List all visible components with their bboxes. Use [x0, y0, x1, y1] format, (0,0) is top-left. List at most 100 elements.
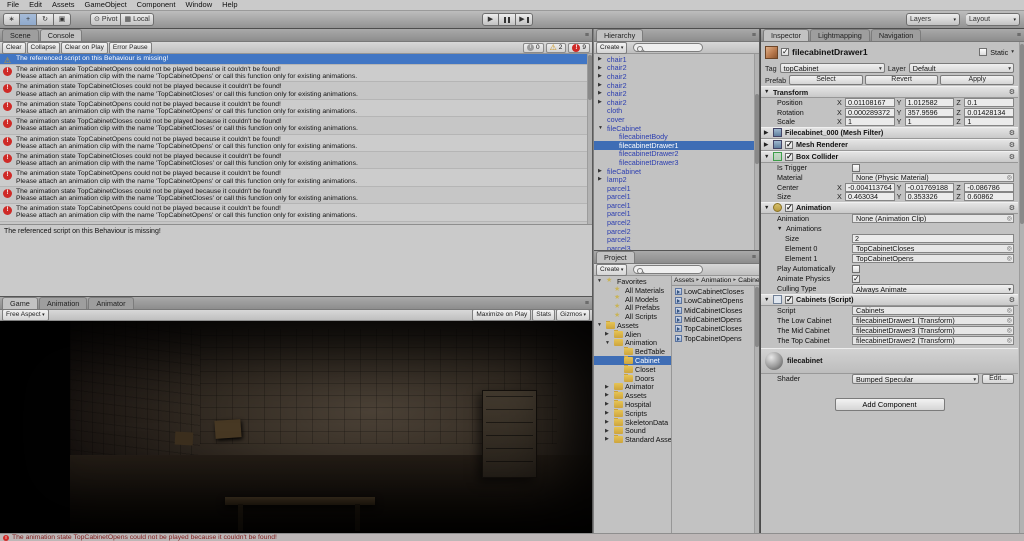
object-reference-field[interactable]: filecabinetDrawer1 (Transform)	[852, 316, 1014, 325]
y-field[interactable]: 357.9596	[904, 107, 955, 117]
foldout-arrow-icon[interactable]	[598, 99, 602, 106]
culling-type-dropdown[interactable]: Always Animate	[852, 283, 1014, 294]
animate-physics-checkbox[interactable]	[852, 274, 860, 283]
breadcrumb-item[interactable]: Animation	[701, 276, 731, 285]
project-tree-item[interactable]: Hospital	[594, 400, 671, 409]
create-button[interactable]: Create	[596, 41, 628, 54]
pause-button[interactable]	[499, 13, 516, 26]
game-toolbar-button[interactable]: Maximize on Play	[472, 309, 532, 321]
is-trigger-checkbox[interactable]	[852, 163, 860, 172]
foldout-arrow-icon[interactable]	[598, 176, 602, 183]
hierarchy-item[interactable]: chair2	[594, 72, 754, 81]
error-count-badge[interactable]: 9	[568, 42, 590, 53]
menu-item[interactable]: Component	[132, 0, 181, 10]
foldout-arrow-icon[interactable]: ▼	[764, 154, 770, 160]
console-log-entry[interactable]: The animation state TopCabinetOpens coul…	[0, 169, 587, 187]
panel-menu-icon[interactable]: ≡	[585, 32, 589, 39]
physic-material-field[interactable]: None (Physic Material)	[852, 173, 1014, 182]
project-tree-item[interactable]: Animation	[594, 338, 671, 347]
layers-dropdown[interactable]: Layers	[906, 13, 960, 26]
gear-icon[interactable]: ⚙	[1009, 153, 1015, 161]
layer-dropdown[interactable]: Default	[908, 63, 1015, 73]
scrollbar-thumb[interactable]	[755, 94, 759, 164]
static-dropdown-icon[interactable]: ▾	[1011, 49, 1014, 55]
console-toolbar-button[interactable]: Clear on Play	[60, 41, 108, 54]
project-tree-item[interactable]: All Prefabs	[594, 303, 671, 312]
gameobject-active-checkbox[interactable]	[781, 47, 789, 56]
z-field[interactable]: 0.60862	[964, 192, 1015, 202]
console-scrollbar[interactable]	[587, 54, 592, 224]
foldout-arrow-icon[interactable]	[597, 322, 602, 329]
hierarchy-item[interactable]: fileCabinet	[594, 167, 754, 176]
foldout-arrow-icon[interactable]	[605, 436, 609, 443]
move-tool-button[interactable]: +	[20, 13, 37, 26]
project-asset[interactable]: LowCabinetCloses	[672, 287, 754, 296]
hierarchy-item[interactable]: parcel2	[594, 227, 754, 236]
project-tree-item[interactable]: Sound	[594, 426, 671, 435]
panel-tab[interactable]: Inspector	[763, 29, 810, 41]
panel-menu-icon[interactable]: ≡	[1017, 32, 1021, 39]
menu-item[interactable]: Window	[180, 0, 217, 10]
layout-dropdown[interactable]: Layout	[966, 13, 1020, 26]
animation-component-header[interactable]: ▼ Animation ⚙	[761, 201, 1018, 214]
static-checkbox[interactable]	[979, 48, 988, 56]
project-asset[interactable]: LowCabinetOpens	[672, 296, 754, 305]
foldout-arrow-icon[interactable]	[605, 340, 610, 347]
foldout-arrow-icon[interactable]	[598, 168, 602, 175]
panel-tab[interactable]: Game	[2, 297, 38, 309]
menu-item[interactable]: File	[2, 0, 24, 10]
x-field[interactable]: -0.004113764	[845, 182, 895, 192]
console-log-entry[interactable]: The animation state TopCabinetOpens coul…	[0, 204, 587, 222]
foldout-arrow-icon[interactable]	[598, 65, 602, 72]
breadcrumb-item[interactable]: Assets	[674, 276, 694, 285]
hierarchy-item[interactable]: filecabinetDrawer3	[594, 158, 754, 167]
project-asset[interactable]: TopCabinetCloses	[672, 324, 754, 333]
hierarchy-item[interactable]: parcel1	[594, 184, 754, 193]
prefab-button[interactable]: Select	[789, 75, 863, 85]
hierarchy-item[interactable]: chair2	[594, 64, 754, 73]
y-field[interactable]: 0.353326	[904, 192, 955, 202]
project-tree-item[interactable]: Cabinet	[594, 356, 671, 365]
project-tree-item[interactable]: Closet	[594, 364, 671, 374]
foldout-arrow-icon[interactable]: ▶	[764, 130, 770, 136]
search-input[interactable]	[633, 43, 704, 52]
hierarchy-item[interactable]: parcel2	[594, 218, 754, 227]
tag-dropdown[interactable]: topCabinet	[779, 63, 885, 73]
foldout-arrow-icon[interactable]	[605, 419, 609, 426]
foldout-arrow-icon[interactable]	[605, 410, 609, 417]
game-toolbar-button[interactable]: Gizmos	[556, 309, 590, 321]
y-field[interactable]: -0.01769188	[904, 182, 955, 192]
status-bar[interactable]: The animation state TopCabinetOpens coul…	[0, 533, 1024, 541]
console-log-entry[interactable]: The animation state TopCabinetOpens coul…	[0, 65, 587, 83]
hierarchy-item[interactable]: filecabinetDrawer1	[594, 140, 754, 150]
foldout-arrow-icon[interactable]	[605, 401, 609, 408]
transform-component-header[interactable]: ▼ Transform ⚙	[761, 86, 1018, 98]
hierarchy-item[interactable]: chair2	[594, 98, 754, 107]
panel-menu-icon[interactable]: ≡	[752, 254, 756, 261]
add-component-button[interactable]: Add Component	[834, 397, 945, 411]
game-toolbar-button[interactable]: Stats	[532, 309, 556, 321]
prefab-button[interactable]: Revert	[864, 75, 939, 85]
gear-icon[interactable]: ⚙	[1009, 129, 1015, 137]
material-preview-strip[interactable]: filecabinet	[761, 347, 1018, 374]
project-tree-item[interactable]: Standard Assets	[594, 435, 671, 444]
foldout-arrow-icon[interactable]	[597, 278, 602, 285]
z-field[interactable]: -0.086786	[964, 182, 1015, 192]
panel-menu-icon[interactable]: ≡	[752, 32, 756, 39]
gear-icon[interactable]: ⚙	[1009, 296, 1015, 304]
panel-tab[interactable]: Navigation	[870, 29, 922, 41]
z-field[interactable]: 0.1	[964, 98, 1015, 108]
hierarchy-item[interactable]: filecabinetBody	[594, 132, 754, 141]
menu-item[interactable]: GameObject	[80, 0, 132, 10]
console-log-entry[interactable]: The animation state TopCabinetOpens coul…	[0, 99, 587, 118]
console-toolbar-button[interactable]: Clear	[2, 41, 26, 54]
step-button[interactable]: ▶	[516, 13, 533, 26]
project-asset[interactable]: MidCabinetCloses	[672, 306, 754, 315]
foldout-arrow-icon[interactable]	[598, 73, 602, 80]
script-component-header[interactable]: ▼ Cabinets (Script) ⚙	[761, 293, 1018, 306]
console-toolbar-button[interactable]: Collapse	[26, 41, 60, 54]
x-field[interactable]: 1	[845, 117, 895, 127]
breadcrumb-item[interactable]: Cabinet	[738, 276, 759, 285]
hierarchy-item[interactable]: lamp2	[594, 175, 754, 184]
project-tree-item[interactable]: All Scripts	[594, 312, 671, 321]
